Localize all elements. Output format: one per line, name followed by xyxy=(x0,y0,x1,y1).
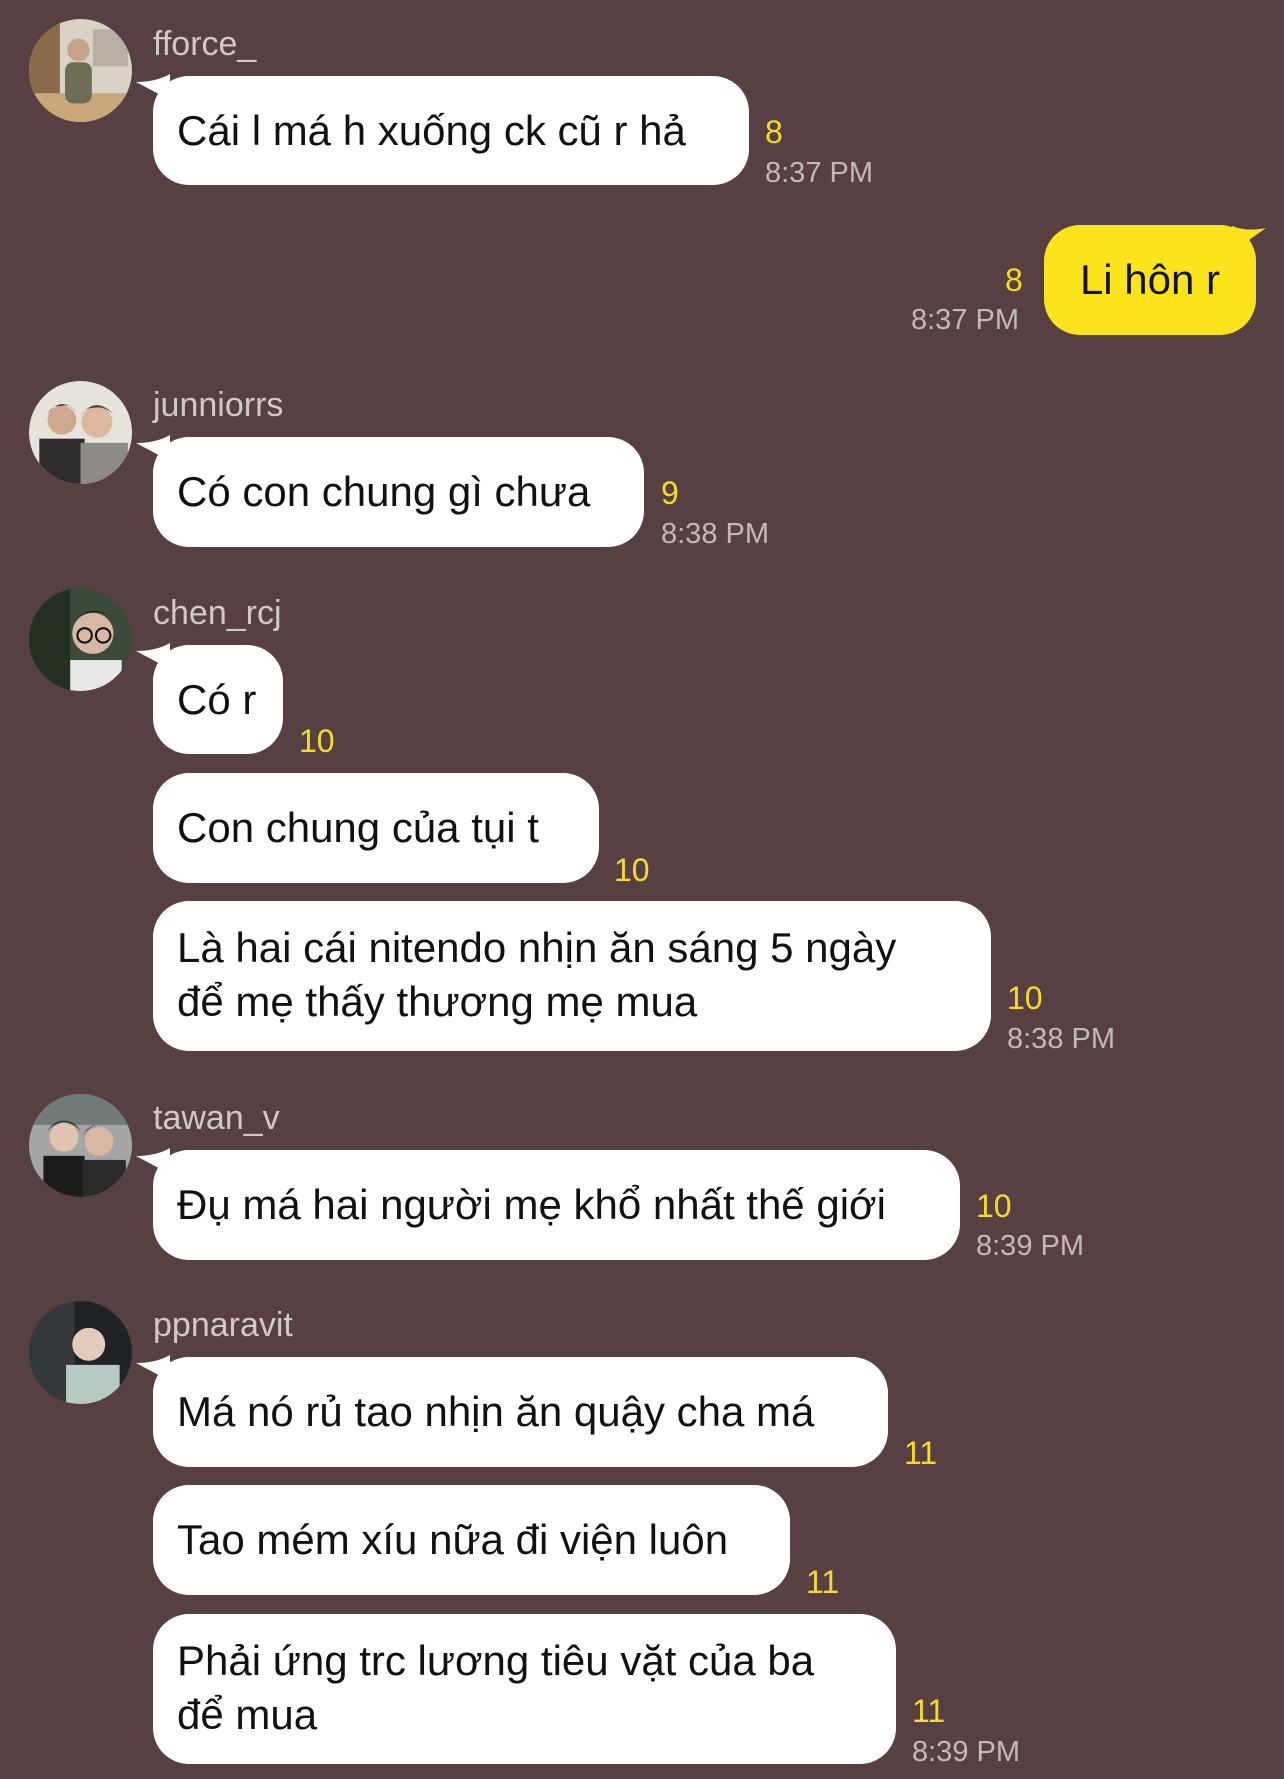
my-message-bubble[interactable]: Li hôn r xyxy=(1044,225,1256,335)
message-bubble[interactable]: Má nó rủ tao nhịn ăn quậy cha má xyxy=(153,1357,888,1467)
message-text-line: Là hai cái nitendo nhịn ăn sáng 5 ngày xyxy=(177,924,897,971)
sender-name: ppnaravit xyxy=(153,1306,293,1344)
message-text: Tao mém xíu nữa đi viện luôn xyxy=(177,1516,729,1563)
message-bubble[interactable]: Tao mém xíu nữa đi viện luôn xyxy=(153,1485,790,1595)
message-text: Má nó rủ tao nhịn ăn quậy cha má xyxy=(177,1388,815,1435)
message-text: Cái l má h xuống ck cũ r hả xyxy=(177,106,686,154)
message-text-line: để mẹ thấy thương mẹ mua xyxy=(177,978,698,1025)
profile-photo-icon xyxy=(29,1094,132,1197)
sender-name: chen_rcj xyxy=(153,594,282,632)
unread-count: 9 xyxy=(661,475,679,511)
unread-count: 11 xyxy=(904,1435,938,1471)
timestamp: 8:37 PM xyxy=(911,304,1019,336)
timestamp: 8:37 PM xyxy=(765,157,873,189)
unread-count: 10 xyxy=(614,852,650,888)
message-text: Đụ má hai người mẹ khổ nhất thế giới xyxy=(177,1181,886,1228)
avatar-junniorrs[interactable] xyxy=(29,381,132,484)
profile-photo-icon xyxy=(29,588,132,691)
sender-name: fforce_ xyxy=(153,25,257,63)
message-text: Phải ứng trc lương tiêu vặt của ba để mu… xyxy=(177,1634,814,1742)
message-bubble[interactable]: Là hai cái nitendo nhịn ăn sáng 5 ngày đ… xyxy=(153,901,991,1051)
profile-photo-icon xyxy=(29,381,132,484)
message-bubble[interactable]: Cái l má h xuống ck cũ r hả xyxy=(153,76,749,185)
profile-photo-icon xyxy=(29,19,132,122)
unread-count: 11 xyxy=(806,1564,840,1600)
unread-count: 11 xyxy=(912,1693,946,1729)
message-text-line: để mua xyxy=(177,1691,318,1738)
sender-name: tawan_v xyxy=(153,1099,280,1137)
message-bubble[interactable]: Có con chung gì chưa xyxy=(153,437,644,547)
unread-count: 10 xyxy=(299,723,335,759)
profile-photo-icon xyxy=(29,1301,132,1404)
bubble-tail xyxy=(1232,226,1266,252)
avatar-fforce[interactable] xyxy=(29,19,132,122)
message-text: Có con chung gì chưa xyxy=(177,468,591,515)
avatar-tawan-v[interactable] xyxy=(29,1094,132,1197)
message-text: Là hai cái nitendo nhịn ăn sáng 5 ngày đ… xyxy=(177,921,896,1029)
avatar-chen-rcj[interactable] xyxy=(29,588,132,691)
timestamp: 8:39 PM xyxy=(976,1230,1084,1262)
unread-count: 10 xyxy=(976,1188,1012,1224)
timestamp: 8:39 PM xyxy=(912,1736,1020,1768)
timestamp: 8:38 PM xyxy=(1007,1023,1115,1055)
message-text: Có r xyxy=(177,675,257,723)
unread-count: 8 xyxy=(1005,262,1023,298)
message-text-line: Phải ứng trc lương tiêu vặt của ba xyxy=(177,1637,815,1684)
avatar-ppnaravit[interactable] xyxy=(29,1301,132,1404)
message-bubble[interactable]: Con chung của tụi t xyxy=(153,773,599,883)
unread-count: 10 xyxy=(1007,980,1043,1016)
timestamp: 8:38 PM xyxy=(661,518,769,550)
message-bubble[interactable]: Đụ má hai người mẹ khổ nhất thế giới xyxy=(153,1150,960,1260)
message-text: Li hôn r xyxy=(1079,256,1221,303)
message-text: Con chung của tụi t xyxy=(177,804,539,851)
message-bubble[interactable]: Phải ứng trc lương tiêu vặt của ba để mu… xyxy=(153,1614,896,1764)
message-bubble[interactable]: Có r xyxy=(153,645,283,754)
sender-name: junniorrs xyxy=(153,386,284,424)
unread-count: 8 xyxy=(765,114,783,150)
